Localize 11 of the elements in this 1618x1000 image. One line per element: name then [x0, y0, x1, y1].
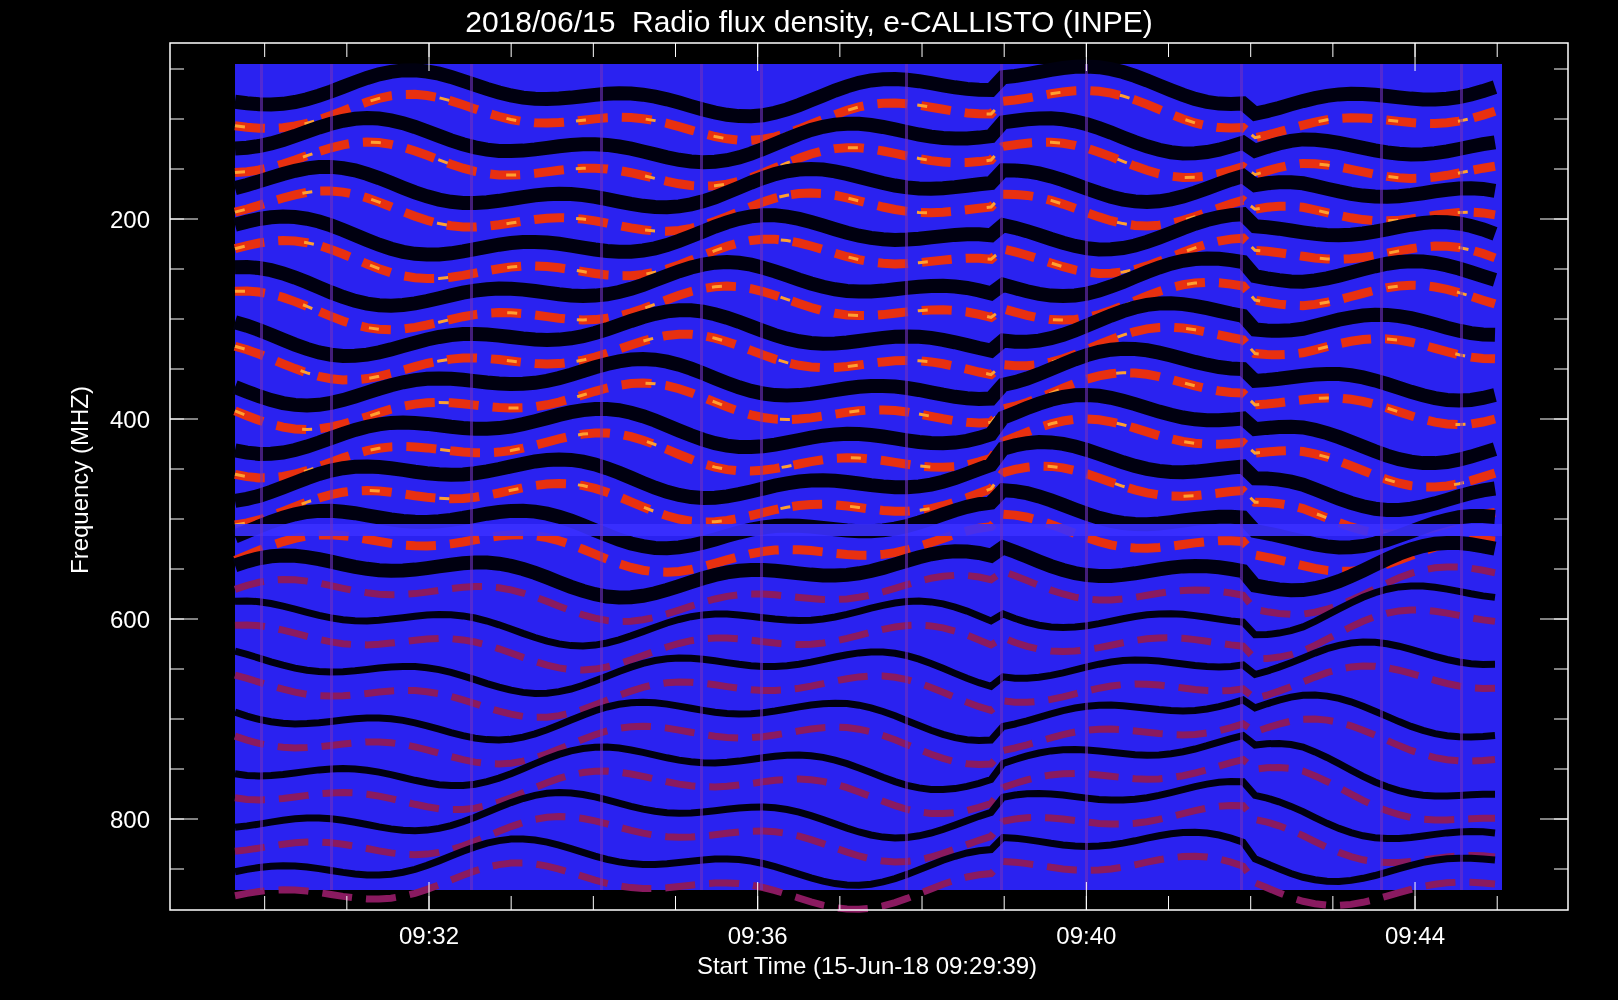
x-tick-label: 09:40 [1056, 922, 1117, 949]
y-tick-label: 600 [109, 606, 150, 633]
x-axis-label: Start Time (15-Jun-18 09:29:39) [696, 952, 1038, 979]
y-axis-label: Frequency (MHZ) [66, 386, 93, 574]
x-tick-label: 09:44 [1385, 922, 1446, 949]
y-tick-label: 400 [109, 406, 150, 433]
x-tick-label: 09:32 [398, 922, 460, 949]
y-tick-label: 800 [109, 806, 150, 833]
x-tick-label: 09:36 [727, 922, 788, 949]
chart-title: 2018/06/15 Radio flux density, e-CALLISTO (INPE) [465, 5, 1153, 38]
y-tick-label: 200 [109, 206, 150, 233]
